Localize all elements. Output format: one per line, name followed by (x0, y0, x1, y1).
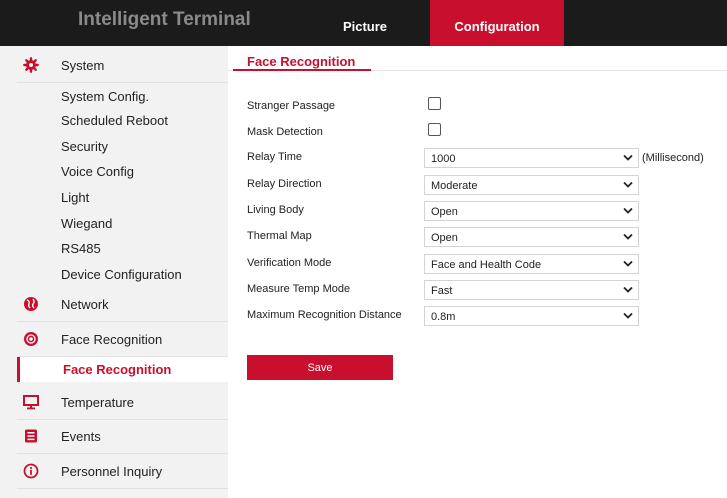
thermal-map-label: Thermal Map (247, 230, 312, 242)
measure-temp-mode-label: Measure Temp Mode (247, 283, 351, 295)
chevron-down-icon (623, 154, 633, 161)
measure-temp-mode-value: Fast (431, 285, 453, 297)
face-recognition-icon (24, 332, 38, 346)
stranger-passage-label: Stranger Passage (247, 100, 336, 112)
sidebar-section-personnel-inquiry[interactable]: Personnel Inquiry (17, 455, 228, 489)
panel-title: Face Recognition (247, 54, 356, 69)
sidebar-section-label: Face Recognition (61, 332, 163, 347)
info-icon (23, 463, 39, 479)
chevron-down-icon (623, 312, 633, 319)
sidebar-section-temperature[interactable]: Temperature (17, 386, 228, 420)
relay-direction-label: Relay Direction (247, 178, 322, 190)
chevron-down-icon (623, 207, 633, 214)
title-underline (233, 69, 371, 71)
relay-direction-value: Moderate (431, 180, 478, 192)
mask-detection-checkbox[interactable] (428, 123, 441, 136)
sidebar-section-label: Temperature (61, 395, 134, 410)
sidebar-section-label: System (61, 58, 105, 73)
max-recognition-distance-value: 0.8m (431, 311, 456, 323)
monitor-icon (23, 395, 39, 410)
relay-time-unit: (Millisecond) (642, 152, 704, 164)
max-recognition-distance-select[interactable]: 0.8m (424, 306, 639, 326)
sidebar-item-wiegand[interactable]: Wiegand (61, 216, 112, 231)
relay-time-value: 1000 (431, 153, 456, 165)
measure-temp-mode-select[interactable]: Fast (424, 280, 639, 300)
living-body-label: Living Body (247, 204, 304, 216)
sidebar-item-face-recognition-active[interactable]: Face Recognition (17, 357, 228, 382)
gear-icon (23, 57, 39, 73)
thermal-map-select[interactable]: Open (424, 227, 639, 247)
top-navigation-bar: Intelligent Terminal Picture Configurati… (0, 0, 727, 46)
events-icon (25, 429, 37, 443)
verification-mode-label: Verification Mode (247, 257, 332, 269)
tab-configuration[interactable]: Configuration (430, 0, 564, 46)
sidebar-section-label: Events (61, 429, 101, 444)
sidebar-item-system-config[interactable]: System Config. (61, 89, 149, 104)
sidebar-section-system[interactable]: System (17, 49, 228, 83)
chevron-down-icon (623, 233, 633, 240)
sidebar-item-device-configuration[interactable]: Device Configuration (61, 267, 182, 282)
sidebar-section-events[interactable]: Events (17, 420, 228, 454)
thermal-map-value: Open (431, 232, 458, 244)
save-button[interactable]: Save (247, 355, 393, 380)
relay-time-select[interactable]: 1000 (424, 148, 639, 168)
living-body-value: Open (431, 206, 458, 218)
verification-mode-select[interactable]: Face and Health Code (424, 254, 639, 274)
sidebar-section-label: Personnel Inquiry (61, 464, 163, 479)
active-indicator (17, 357, 20, 382)
sidebar-section-face-recognition[interactable]: Face Recognition (17, 323, 228, 357)
sidebar: System System Config. Scheduled Reboot S… (0, 46, 228, 498)
relay-direction-select[interactable]: Moderate (424, 175, 639, 195)
chevron-down-icon (623, 286, 633, 293)
stranger-passage-checkbox[interactable] (428, 97, 441, 110)
sidebar-item-label: Face Recognition (63, 362, 172, 377)
chevron-down-icon (623, 181, 633, 188)
chevron-down-icon (623, 260, 633, 267)
living-body-select[interactable]: Open (424, 201, 639, 221)
globe-icon (24, 297, 38, 311)
verification-mode-value: Face and Health Code (431, 259, 542, 271)
relay-time-label: Relay Time (247, 151, 303, 163)
sidebar-item-rs485[interactable]: RS485 (61, 241, 101, 256)
max-recognition-distance-label: Maximum Recognition Distance (247, 309, 402, 321)
mask-detection-label: Mask Detection (247, 126, 323, 138)
sidebar-item-voice-config[interactable]: Voice Config (61, 164, 134, 179)
sidebar-section-label: Network (61, 297, 109, 312)
tab-picture[interactable]: Picture (300, 0, 430, 46)
sidebar-item-security[interactable]: Security (61, 139, 108, 154)
sidebar-item-scheduled-reboot[interactable]: Scheduled Reboot (61, 113, 168, 128)
sidebar-section-network[interactable]: Network (17, 288, 228, 322)
app-title: Intelligent Terminal (78, 9, 251, 30)
sidebar-item-light[interactable]: Light (61, 190, 89, 205)
